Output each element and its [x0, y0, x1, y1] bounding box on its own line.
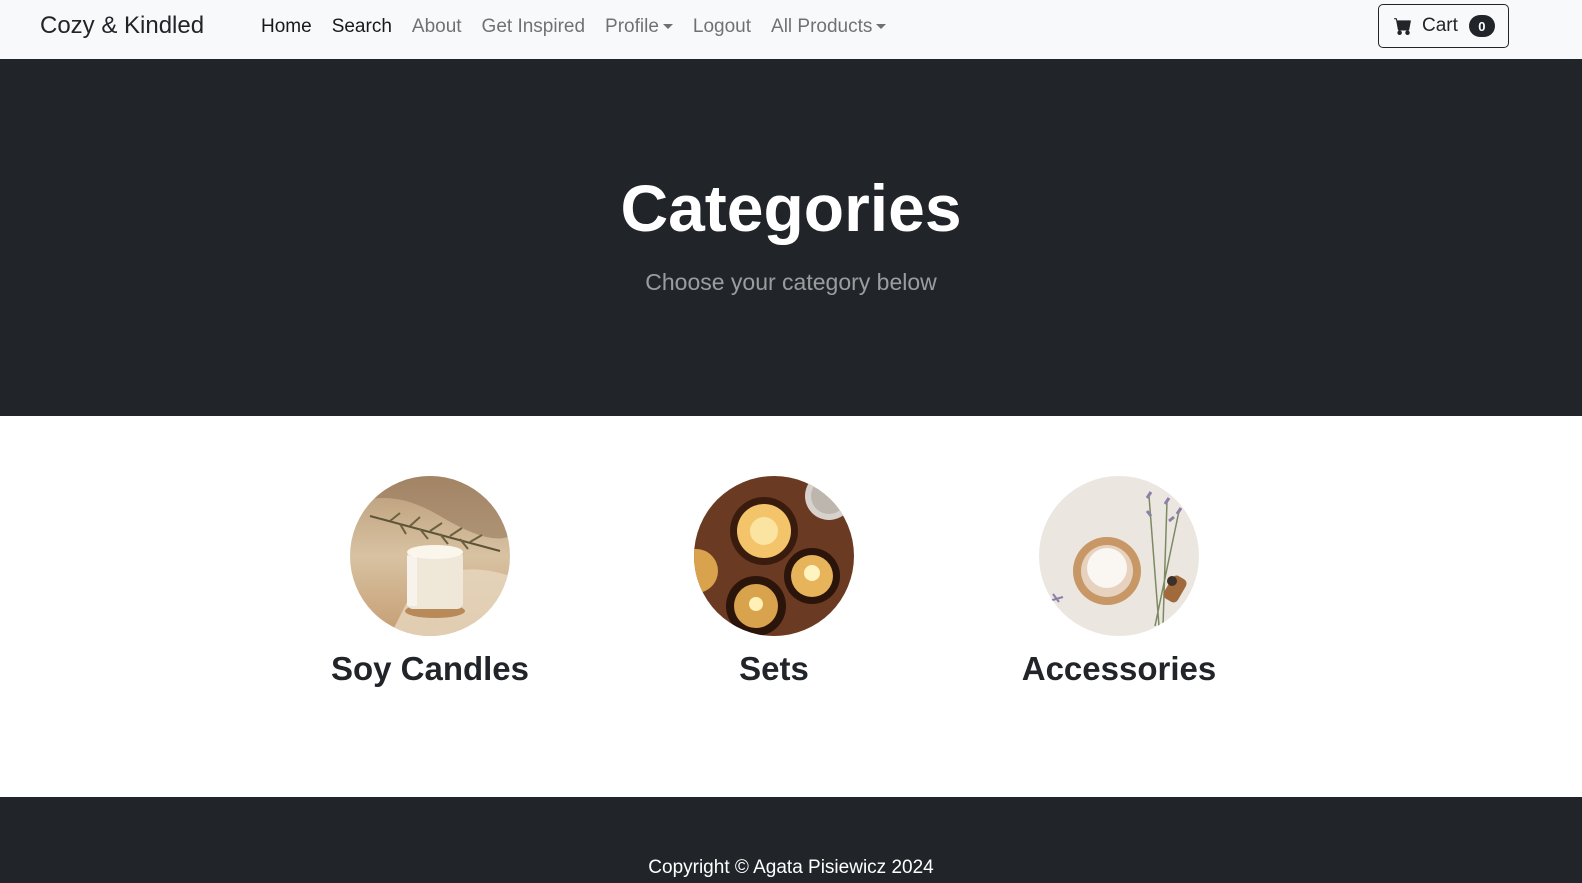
category-name-soy-candles[interactable]: Soy Candles — [300, 650, 560, 688]
nav-profile-label: Profile — [605, 15, 659, 37]
category-image-accessories[interactable] — [1039, 476, 1199, 636]
nav-about-link[interactable]: About — [402, 16, 472, 38]
cart-label: Cart — [1422, 15, 1458, 36]
nav-home-link[interactable]: Home — [251, 16, 322, 38]
hero-header: Categories Choose your category below — [0, 59, 1582, 416]
categories-section: Soy Candles Sets Accessories — [0, 416, 1582, 797]
nav-all-products-label: All Products — [771, 15, 873, 37]
nav-all-products-dropdown[interactable]: All Products — [761, 16, 896, 38]
cart-icon — [1394, 18, 1411, 35]
page-subtitle: Choose your category below — [645, 269, 937, 295]
category-image-soy-candles[interactable] — [350, 476, 510, 636]
cart-button[interactable]: Cart 0 — [1378, 4, 1509, 48]
category-soy-candles[interactable]: Soy Candles — [300, 476, 560, 688]
nav-logout-link[interactable]: Logout — [683, 16, 761, 38]
chevron-down-icon — [876, 23, 887, 29]
cart-count-badge: 0 — [1468, 15, 1495, 37]
copyright-text: Copyright © Agata Pisiewicz 2024 — [648, 857, 934, 878]
brand-link[interactable]: Cozy & Kindled — [40, 12, 204, 40]
category-name-sets[interactable]: Sets — [644, 650, 904, 688]
chevron-down-icon — [662, 23, 673, 29]
nav-search-link[interactable]: Search — [322, 16, 402, 38]
page-title: Categories — [620, 171, 962, 245]
footer: Copyright © Agata Pisiewicz 2024 — [0, 797, 1582, 883]
category-name-accessories[interactable]: Accessories — [989, 650, 1249, 688]
nav-links: Home Search About Get Inspired Profile L… — [251, 0, 896, 53]
nav-profile-dropdown[interactable]: Profile — [595, 16, 683, 38]
nav-get-inspired-link[interactable]: Get Inspired — [472, 16, 596, 38]
navbar: Cozy & Kindled Home Search About Get Ins… — [0, 0, 1582, 59]
category-accessories[interactable]: Accessories — [989, 476, 1249, 688]
category-image-sets[interactable] — [694, 476, 854, 636]
category-sets[interactable]: Sets — [644, 476, 904, 688]
